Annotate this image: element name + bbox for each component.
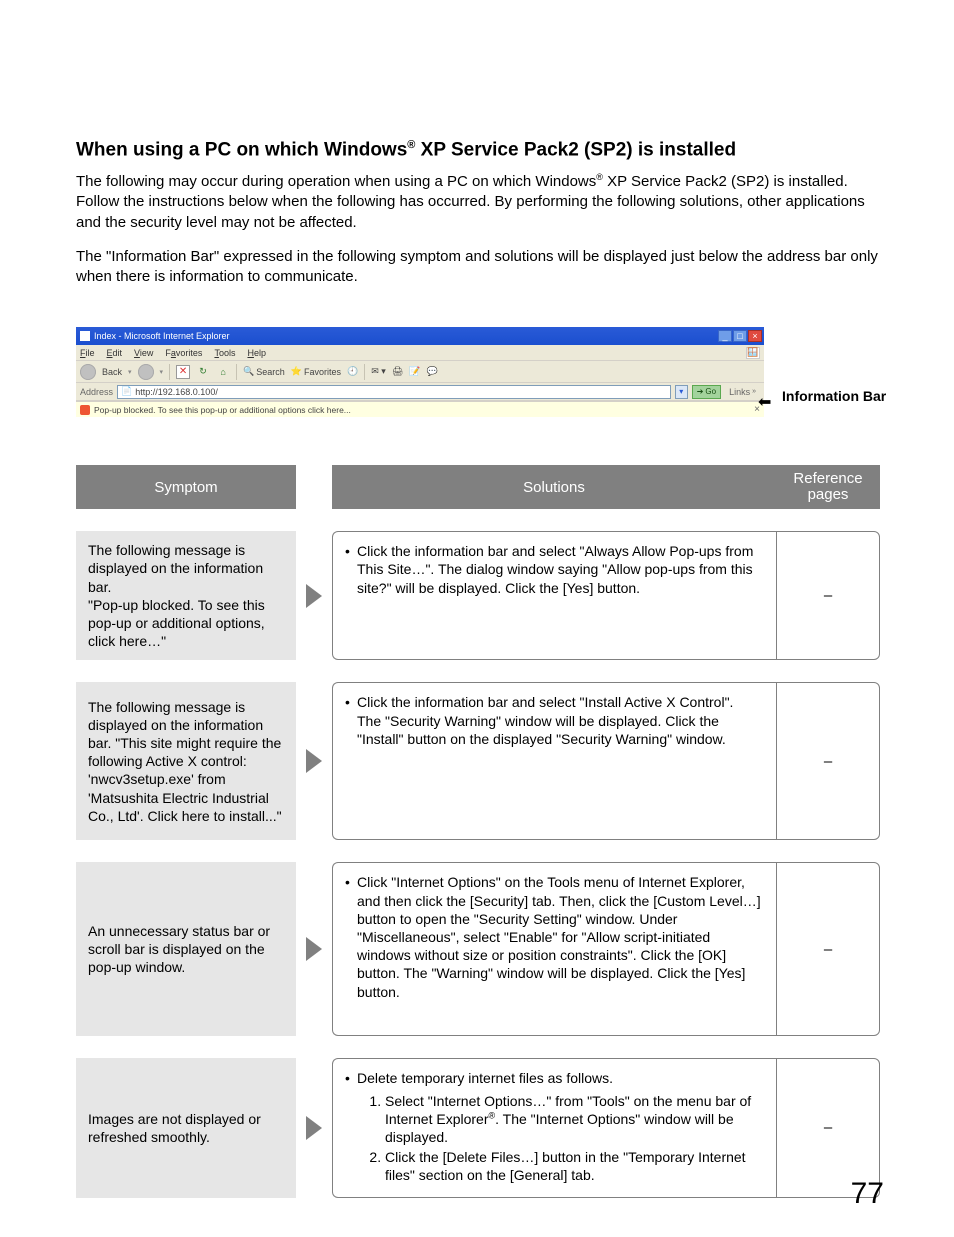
section-title: When using a PC on which Windows® XP Ser… — [76, 138, 880, 163]
toolbar-separator-2 — [236, 364, 237, 380]
ie-menubar: File Edit View Favorites Tools Help 🪟 — [76, 345, 764, 361]
symptom-cell: The following message is displayed on th… — [76, 682, 296, 840]
table-header-row: Symptom Solutions Referencepages — [76, 465, 880, 509]
minimize-button[interactable]: _ — [718, 330, 732, 342]
back-label: Back — [102, 367, 122, 377]
title-post: XP Service Pack2 (SP2) is installed — [415, 139, 736, 160]
solution-cell: Click "Internet Options" on the Tools me… — [332, 862, 776, 1036]
toolbar-separator-3 — [364, 364, 365, 380]
infobar-callout-label: Information Bar — [782, 388, 886, 404]
menu-view[interactable]: View — [134, 348, 153, 358]
address-label: Address — [80, 387, 113, 397]
ie-information-bar[interactable]: Pop-up blocked. To see this pop-up or ad… — [76, 401, 764, 417]
menu-help[interactable]: Help — [247, 348, 266, 358]
ie-logo-icon: 🪟 — [746, 347, 760, 359]
intro-sup: ® — [596, 172, 603, 182]
infobar-text: Pop-up blocked. To see this pop-up or ad… — [94, 405, 351, 415]
troubleshooting-table: Symptom Solutions Referencepages The fol… — [76, 465, 880, 1197]
discuss-button[interactable]: 💬 — [426, 366, 437, 377]
favorites-button[interactable]: ⭐ Favorites — [291, 366, 341, 377]
edit-button[interactable]: 📝 — [409, 366, 420, 377]
header-solutions: Solutions — [332, 465, 776, 509]
home-button[interactable]: ⌂ — [216, 365, 230, 379]
ie-toolbar: Back ▾ ▾ ✕ ↻ ⌂ 🔍 Search ⭐ Favorites 🕘 ✉ … — [76, 361, 764, 383]
step-1: Select "Internet Options…" from "Tools" … — [385, 1092, 762, 1147]
solution-lead: Delete temporary internet files as follo… — [343, 1069, 762, 1186]
page-number: 77 — [851, 1177, 884, 1211]
page-icon: 📄 — [121, 386, 132, 397]
forward-button[interactable] — [138, 364, 154, 380]
reference-cell: – — [776, 531, 880, 660]
step-2: Click the [Delete Files…] button in the … — [385, 1148, 762, 1184]
reference-cell: – — [776, 682, 880, 840]
arrow-icon — [306, 1116, 322, 1140]
toolbar-separator — [169, 364, 170, 380]
menu-favorites[interactable]: Favorites — [165, 348, 202, 358]
solution-cell: Click the information bar and select "In… — [332, 682, 776, 840]
callout-arrow-icon: ⬅ — [758, 392, 771, 412]
menu-file[interactable]: File — [80, 348, 95, 358]
maximize-button[interactable]: □ — [733, 330, 747, 342]
links-label[interactable]: Links » — [725, 387, 760, 397]
go-button[interactable]: ➔ Go — [692, 385, 721, 399]
ie-window: Index - Microsoft Internet Explorer _ □ … — [76, 327, 764, 417]
infobar-paragraph: The "Information Bar" expressed in the f… — [76, 247, 880, 288]
ie-window-buttons: _ □ × — [718, 330, 762, 342]
stop-button[interactable]: ✕ — [176, 365, 190, 379]
back-button[interactable] — [80, 364, 96, 380]
ie-window-title: Index - Microsoft Internet Explorer — [94, 331, 230, 341]
ie-app-icon — [80, 331, 90, 341]
print-button[interactable]: 🖨 — [392, 366, 403, 377]
history-button[interactable]: 🕘 — [347, 366, 358, 377]
refresh-button[interactable]: ↻ — [196, 365, 210, 379]
table-row: The following message is displayed on th… — [76, 531, 880, 660]
table-row: Images are not displayed or refreshed sm… — [76, 1058, 880, 1197]
title-pre: When using a PC on which Windows — [76, 139, 407, 160]
menu-edit[interactable]: Edit — [107, 348, 123, 358]
arrow-icon — [306, 937, 322, 961]
header-symptom: Symptom — [76, 465, 296, 509]
mail-button[interactable]: ✉ ▾ — [371, 366, 386, 377]
header-reference: Referencepages — [776, 465, 880, 509]
ie-titlebar: Index - Microsoft Internet Explorer _ □ … — [76, 327, 764, 345]
solution-steps: Select "Internet Options…" from "Tools" … — [357, 1092, 762, 1185]
ie-address-bar: Address 📄 http://192.168.0.100/ ▾ ➔ Go L… — [76, 383, 764, 401]
search-button[interactable]: 🔍 Search — [243, 366, 285, 377]
reference-cell: – — [776, 862, 880, 1036]
close-button[interactable]: × — [748, 330, 762, 342]
address-field[interactable]: 📄 http://192.168.0.100/ — [117, 385, 671, 399]
forward-dropdown-icon[interactable]: ▾ — [160, 368, 164, 376]
address-value: http://192.168.0.100/ — [135, 387, 218, 397]
table-row: The following message is displayed on th… — [76, 682, 880, 840]
arrow-icon — [306, 584, 322, 608]
symptom-cell: The following message is displayed on th… — [76, 531, 296, 660]
back-dropdown-icon[interactable]: ▾ — [128, 368, 132, 376]
popup-blocked-icon — [80, 405, 90, 415]
address-dropdown-icon[interactable]: ▾ — [675, 385, 688, 399]
solution-cell: Delete temporary internet files as follo… — [332, 1058, 776, 1197]
intro-paragraph: The following may occur during operation… — [76, 171, 880, 233]
arrow-icon — [306, 749, 322, 773]
solution-cell: Click the information bar and select "Al… — [332, 531, 776, 660]
symptom-cell: An unnecessary status bar or scroll bar … — [76, 862, 296, 1036]
menu-tools[interactable]: Tools — [214, 348, 235, 358]
symptom-cell: Images are not displayed or refreshed sm… — [76, 1058, 296, 1197]
table-row: An unnecessary status bar or scroll bar … — [76, 862, 880, 1036]
intro-pre: The following may occur during operation… — [76, 173, 596, 190]
